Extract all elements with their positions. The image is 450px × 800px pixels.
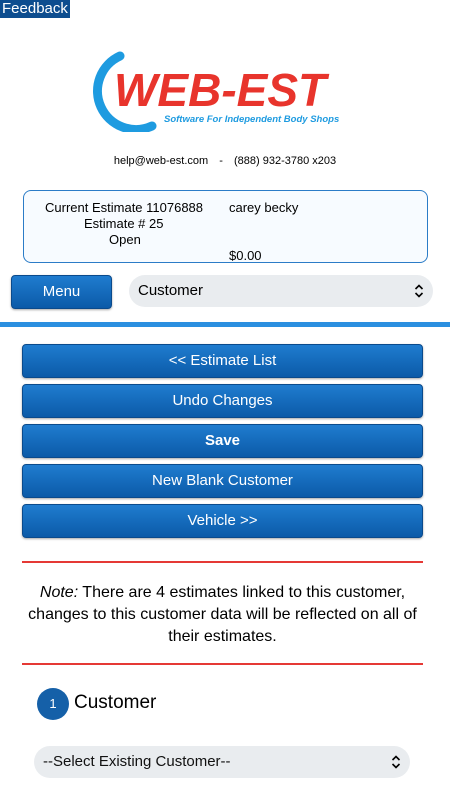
undo-changes-button[interactable]: Undo Changes — [22, 384, 423, 418]
estimate-summary-box: Current Estimate 11076888 carey becky Es… — [23, 190, 428, 263]
note-divider-bottom — [22, 663, 423, 665]
logo-text: WEB-EST — [114, 64, 330, 116]
contact-line: help@web-est.com - (888) 932-3780 x203 — [0, 155, 450, 167]
note-divider-top — [22, 561, 423, 563]
linked-estimates-note: Note: There are 4 estimates linked to th… — [22, 582, 423, 648]
page-select[interactable]: Customer — [129, 275, 433, 307]
support-email[interactable]: help@web-est.com — [114, 155, 208, 167]
page-select-value: Customer — [138, 282, 204, 299]
note-label: Note: — [39, 584, 79, 601]
estimate-number: Estimate # 25 — [84, 216, 164, 231]
customer-name: carey becky — [229, 200, 299, 215]
estimate-status: Open — [109, 232, 141, 247]
customer-section-title: Customer — [74, 692, 157, 713]
estimate-list-button[interactable]: << Estimate List — [22, 344, 423, 378]
step-number-badge: 1 — [37, 688, 69, 720]
select-updown-icon — [414, 284, 424, 298]
web-est-logo: WEB-EST Software For Independent Body Sh… — [93, 51, 339, 132]
note-text: There are 4 estimates linked to this cus… — [28, 584, 417, 645]
support-phone[interactable]: (888) 932-3780 x203 — [234, 155, 336, 167]
header-divider — [0, 322, 450, 327]
current-estimate-label: Current Estimate 11076888 — [45, 200, 204, 215]
menu-button[interactable]: Menu — [11, 275, 112, 309]
estimate-total: $0.00 — [229, 248, 262, 263]
existing-customer-select[interactable]: --Select Existing Customer-- — [34, 746, 410, 778]
feedback-tab[interactable]: Feedback — [0, 0, 70, 18]
contact-separator: - — [219, 155, 223, 167]
logo-tagline: Software For Independent Body Shops — [164, 114, 339, 125]
new-blank-customer-button[interactable]: New Blank Customer — [22, 464, 423, 498]
save-button[interactable]: Save — [22, 424, 423, 458]
vehicle-button[interactable]: Vehicle >> — [22, 504, 423, 538]
existing-customer-select-value: --Select Existing Customer-- — [43, 753, 231, 770]
select-updown-icon — [391, 755, 401, 769]
